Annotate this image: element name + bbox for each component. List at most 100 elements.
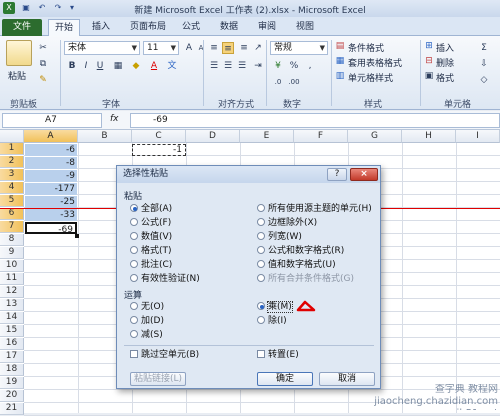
cell-a3[interactable]: -9 — [25, 170, 77, 182]
paste-icon[interactable] — [6, 40, 32, 66]
italic-icon[interactable]: I — [80, 60, 92, 72]
row-header[interactable]: 15 — [0, 325, 24, 337]
cell-styles-button[interactable]: 单元格样式 — [348, 71, 393, 84]
underline-icon[interactable]: U — [94, 60, 106, 72]
paste-button[interactable]: 粘贴 — [8, 69, 26, 82]
column-header[interactable]: F — [294, 130, 348, 143]
border-icon[interactable]: ▦ — [112, 60, 124, 72]
radio-paste-formulas[interactable]: 公式(F) — [130, 218, 171, 229]
delete-button[interactable]: 删除 — [436, 56, 454, 69]
row-header[interactable]: 4 — [0, 182, 24, 194]
cell-a2[interactable]: -8 — [25, 157, 77, 169]
fx-icon[interactable]: fx — [110, 114, 119, 124]
format-button[interactable]: 格式 — [436, 71, 454, 84]
cell-c1-copied[interactable]: -1 — [132, 144, 186, 156]
currency-icon[interactable]: ¥ — [272, 60, 284, 72]
radio-op-subtract[interactable]: 减(S) — [130, 330, 163, 341]
name-box[interactable]: A7 — [2, 113, 102, 128]
radio-paste-comments[interactable]: 批注(C) — [130, 260, 172, 271]
align-right-icon[interactable]: ☰ — [236, 60, 248, 72]
select-all-corner[interactable] — [0, 130, 24, 143]
row-header[interactable]: 16 — [0, 338, 24, 350]
row-header[interactable]: 6 — [0, 208, 24, 220]
row-header[interactable]: 7 — [0, 221, 24, 233]
column-header[interactable]: E — [240, 130, 294, 143]
cell-a5[interactable]: -25 — [25, 196, 77, 208]
align-left-icon[interactable]: ☰ — [208, 60, 220, 72]
column-header[interactable]: G — [348, 130, 402, 143]
orientation-icon[interactable]: ↗ — [252, 42, 264, 54]
row-header[interactable]: 19 — [0, 377, 24, 389]
checkbox-skip-blanks[interactable]: 跳过空单元(B) — [130, 350, 199, 361]
row-header[interactable]: 10 — [0, 260, 24, 272]
row-header[interactable]: 5 — [0, 195, 24, 207]
row-header[interactable]: 11 — [0, 273, 24, 285]
cancel-button[interactable]: 取消 — [319, 372, 375, 386]
cell-a4[interactable]: -177 — [25, 183, 77, 195]
comma-style-icon[interactable]: , — [304, 60, 316, 72]
increase-font-icon[interactable]: A — [183, 42, 195, 54]
clear-icon[interactable]: ◇ — [478, 74, 490, 86]
radio-paste-column-widths[interactable]: 列宽(W) — [257, 232, 302, 243]
conditional-format-button[interactable]: 条件格式 — [348, 41, 384, 54]
column-header[interactable]: D — [186, 130, 240, 143]
row-header[interactable]: 14 — [0, 312, 24, 324]
column-header[interactable]: H — [402, 130, 456, 143]
radio-op-multiply[interactable]: 乘(M) — [257, 301, 293, 313]
radio-op-none[interactable]: 无(O) — [130, 302, 164, 313]
align-center-icon[interactable]: ☰ — [222, 60, 234, 72]
tab-file[interactable]: 文件 — [2, 19, 42, 36]
radio-paste-validation[interactable]: 有效性验证(N) — [130, 274, 200, 285]
copy-icon[interactable]: ⧉ — [37, 58, 49, 70]
row-header[interactable]: 13 — [0, 299, 24, 311]
ok-button[interactable]: 确定 — [257, 372, 313, 386]
row-header[interactable]: 12 — [0, 286, 24, 298]
tab-view[interactable]: 视图 — [290, 19, 320, 36]
row-header[interactable]: 17 — [0, 351, 24, 363]
radio-paste-source-theme[interactable]: 所有使用源主题的单元(H) — [257, 204, 372, 215]
insert-button[interactable]: 插入 — [436, 41, 454, 54]
tab-insert[interactable]: 插入 — [86, 19, 116, 36]
column-header[interactable]: I — [456, 130, 500, 143]
align-bottom-icon[interactable]: ≡ — [238, 42, 250, 54]
fill-color-icon[interactable]: ◆ — [130, 60, 142, 72]
tab-data[interactable]: 数据 — [214, 19, 244, 36]
radio-paste-formulas-numbers[interactable]: 公式和数字格式(R) — [257, 246, 344, 257]
cell-a7-active[interactable]: -69 — [25, 222, 77, 235]
checkbox-transpose[interactable]: 转置(E) — [257, 350, 299, 361]
align-top-icon[interactable]: ≡ — [208, 42, 220, 54]
paste-link-button[interactable]: 粘贴链接(L) — [130, 372, 186, 386]
format-painter-icon[interactable]: ✎ — [37, 74, 49, 86]
row-header[interactable]: 21 — [0, 403, 24, 415]
tab-review[interactable]: 审阅 — [252, 19, 282, 36]
radio-op-divide[interactable]: 除(I) — [257, 316, 287, 327]
font-color-icon[interactable]: A — [148, 60, 160, 72]
number-format-select[interactable]: 常规 ▼ — [270, 41, 328, 55]
radio-op-add[interactable]: 加(D) — [130, 316, 164, 327]
tab-page-layout[interactable]: 页面布局 — [124, 19, 172, 36]
column-header[interactable]: A — [24, 130, 78, 143]
cell-a1[interactable]: -6 — [25, 144, 77, 156]
align-middle-icon[interactable]: ≡ — [222, 42, 234, 54]
radio-paste-all[interactable]: 全部(A) — [130, 204, 172, 215]
format-as-table-button[interactable]: 套用表格格式 — [348, 56, 402, 69]
percent-icon[interactable]: % — [288, 60, 300, 72]
font-size-select[interactable]: 11 ▼ — [143, 41, 179, 55]
radio-paste-values-numbers[interactable]: 值和数字格式(U) — [257, 260, 336, 271]
tab-home[interactable]: 开始 — [48, 19, 81, 37]
cut-icon[interactable]: ✂ — [37, 42, 49, 54]
radio-paste-formats[interactable]: 格式(T) — [130, 246, 172, 257]
increase-decimal-icon[interactable]: .0 — [272, 76, 284, 88]
decrease-font-icon[interactable]: A — [195, 42, 207, 54]
row-header[interactable]: 8 — [0, 234, 24, 246]
row-header[interactable]: 9 — [0, 247, 24, 259]
column-header[interactable]: C — [132, 130, 186, 143]
tab-formulas[interactable]: 公式 — [176, 19, 206, 36]
bold-icon[interactable]: B — [66, 60, 78, 72]
cell-a6[interactable]: -33 — [25, 209, 77, 221]
autosum-icon[interactable]: Σ — [478, 42, 490, 54]
phonetic-icon[interactable]: 文 — [166, 60, 178, 72]
font-name-select[interactable]: 宋体 ▼ — [64, 41, 140, 55]
column-header[interactable]: B — [78, 130, 132, 143]
radio-paste-no-borders[interactable]: 边框除外(X) — [257, 218, 317, 229]
